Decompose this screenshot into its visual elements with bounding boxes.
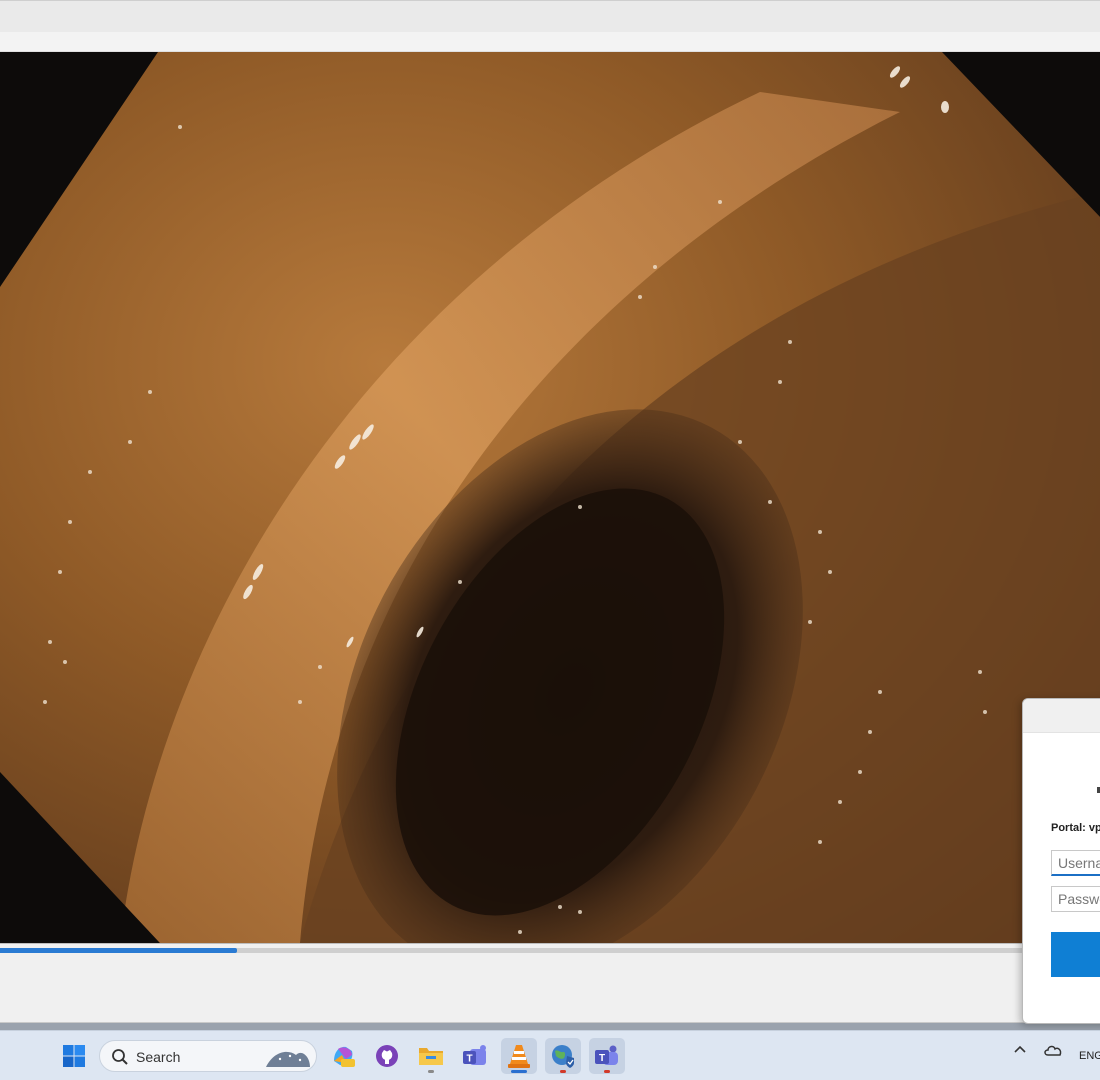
seek-bar[interactable]	[0, 943, 1100, 957]
search-icon	[112, 1049, 128, 1065]
taskbar: Search T T ENG	[0, 1030, 1100, 1080]
vpn-globe-app[interactable]	[545, 1038, 581, 1074]
onedrive-tray-button[interactable]	[1043, 1043, 1063, 1060]
svg-text:T: T	[466, 1054, 472, 1065]
copilot-pre-app[interactable]	[325, 1038, 361, 1074]
connect-button[interactable]	[1051, 932, 1100, 977]
menu-bar	[0, 32, 1100, 52]
chevron-up-icon	[1014, 1045, 1026, 1053]
running-indicator	[428, 1070, 434, 1073]
active-window-indicator	[511, 1070, 527, 1073]
seek-progress-fill	[0, 948, 237, 953]
globe-shield-icon	[552, 1045, 574, 1068]
folder-icon	[419, 1048, 443, 1065]
desktop-background	[0, 1023, 1100, 1030]
seek-track[interactable]	[0, 948, 1100, 953]
search-label: Search	[136, 1049, 181, 1065]
github-desktop-app[interactable]	[369, 1038, 405, 1074]
playback-controls-area	[0, 957, 1100, 1023]
teams-classic-icon: T	[463, 1045, 486, 1065]
github-icon	[376, 1045, 398, 1067]
media-player-window	[0, 0, 1100, 1030]
cloud-icon	[1044, 1045, 1062, 1056]
search-highlight-icon	[266, 1051, 310, 1067]
vlc-cone-icon	[508, 1045, 530, 1068]
teams-icon: T	[595, 1045, 618, 1065]
password-input[interactable]	[1051, 886, 1100, 912]
svg-text:T: T	[599, 1053, 605, 1064]
attention-indicator	[604, 1070, 610, 1073]
username-input[interactable]	[1051, 850, 1100, 876]
teams-classic-app[interactable]: T	[457, 1038, 493, 1074]
video-frame[interactable]	[0, 52, 1100, 943]
endoscopy-video-image	[0, 52, 1100, 943]
dialog-title-bar[interactable]	[1023, 699, 1100, 733]
teams-app[interactable]: T	[589, 1038, 625, 1074]
input-language-indicator[interactable]: ENG	[1079, 1050, 1100, 1062]
file-explorer-app[interactable]	[413, 1038, 449, 1074]
title-bar[interactable]	[0, 0, 1100, 32]
taskbar-search-box[interactable]: Search	[99, 1040, 317, 1072]
vpn-sign-in-dialog: Portal: vp	[1022, 698, 1100, 1024]
copilot-icon	[334, 1046, 355, 1067]
windows-logo-icon	[63, 1045, 85, 1067]
portal-label: Portal: vp	[1051, 822, 1100, 834]
show-hidden-icons-button[interactable]	[1013, 1043, 1027, 1060]
start-button[interactable]	[56, 1038, 92, 1074]
attention-indicator	[560, 1070, 566, 1073]
vlc-player-app[interactable]	[501, 1038, 537, 1074]
